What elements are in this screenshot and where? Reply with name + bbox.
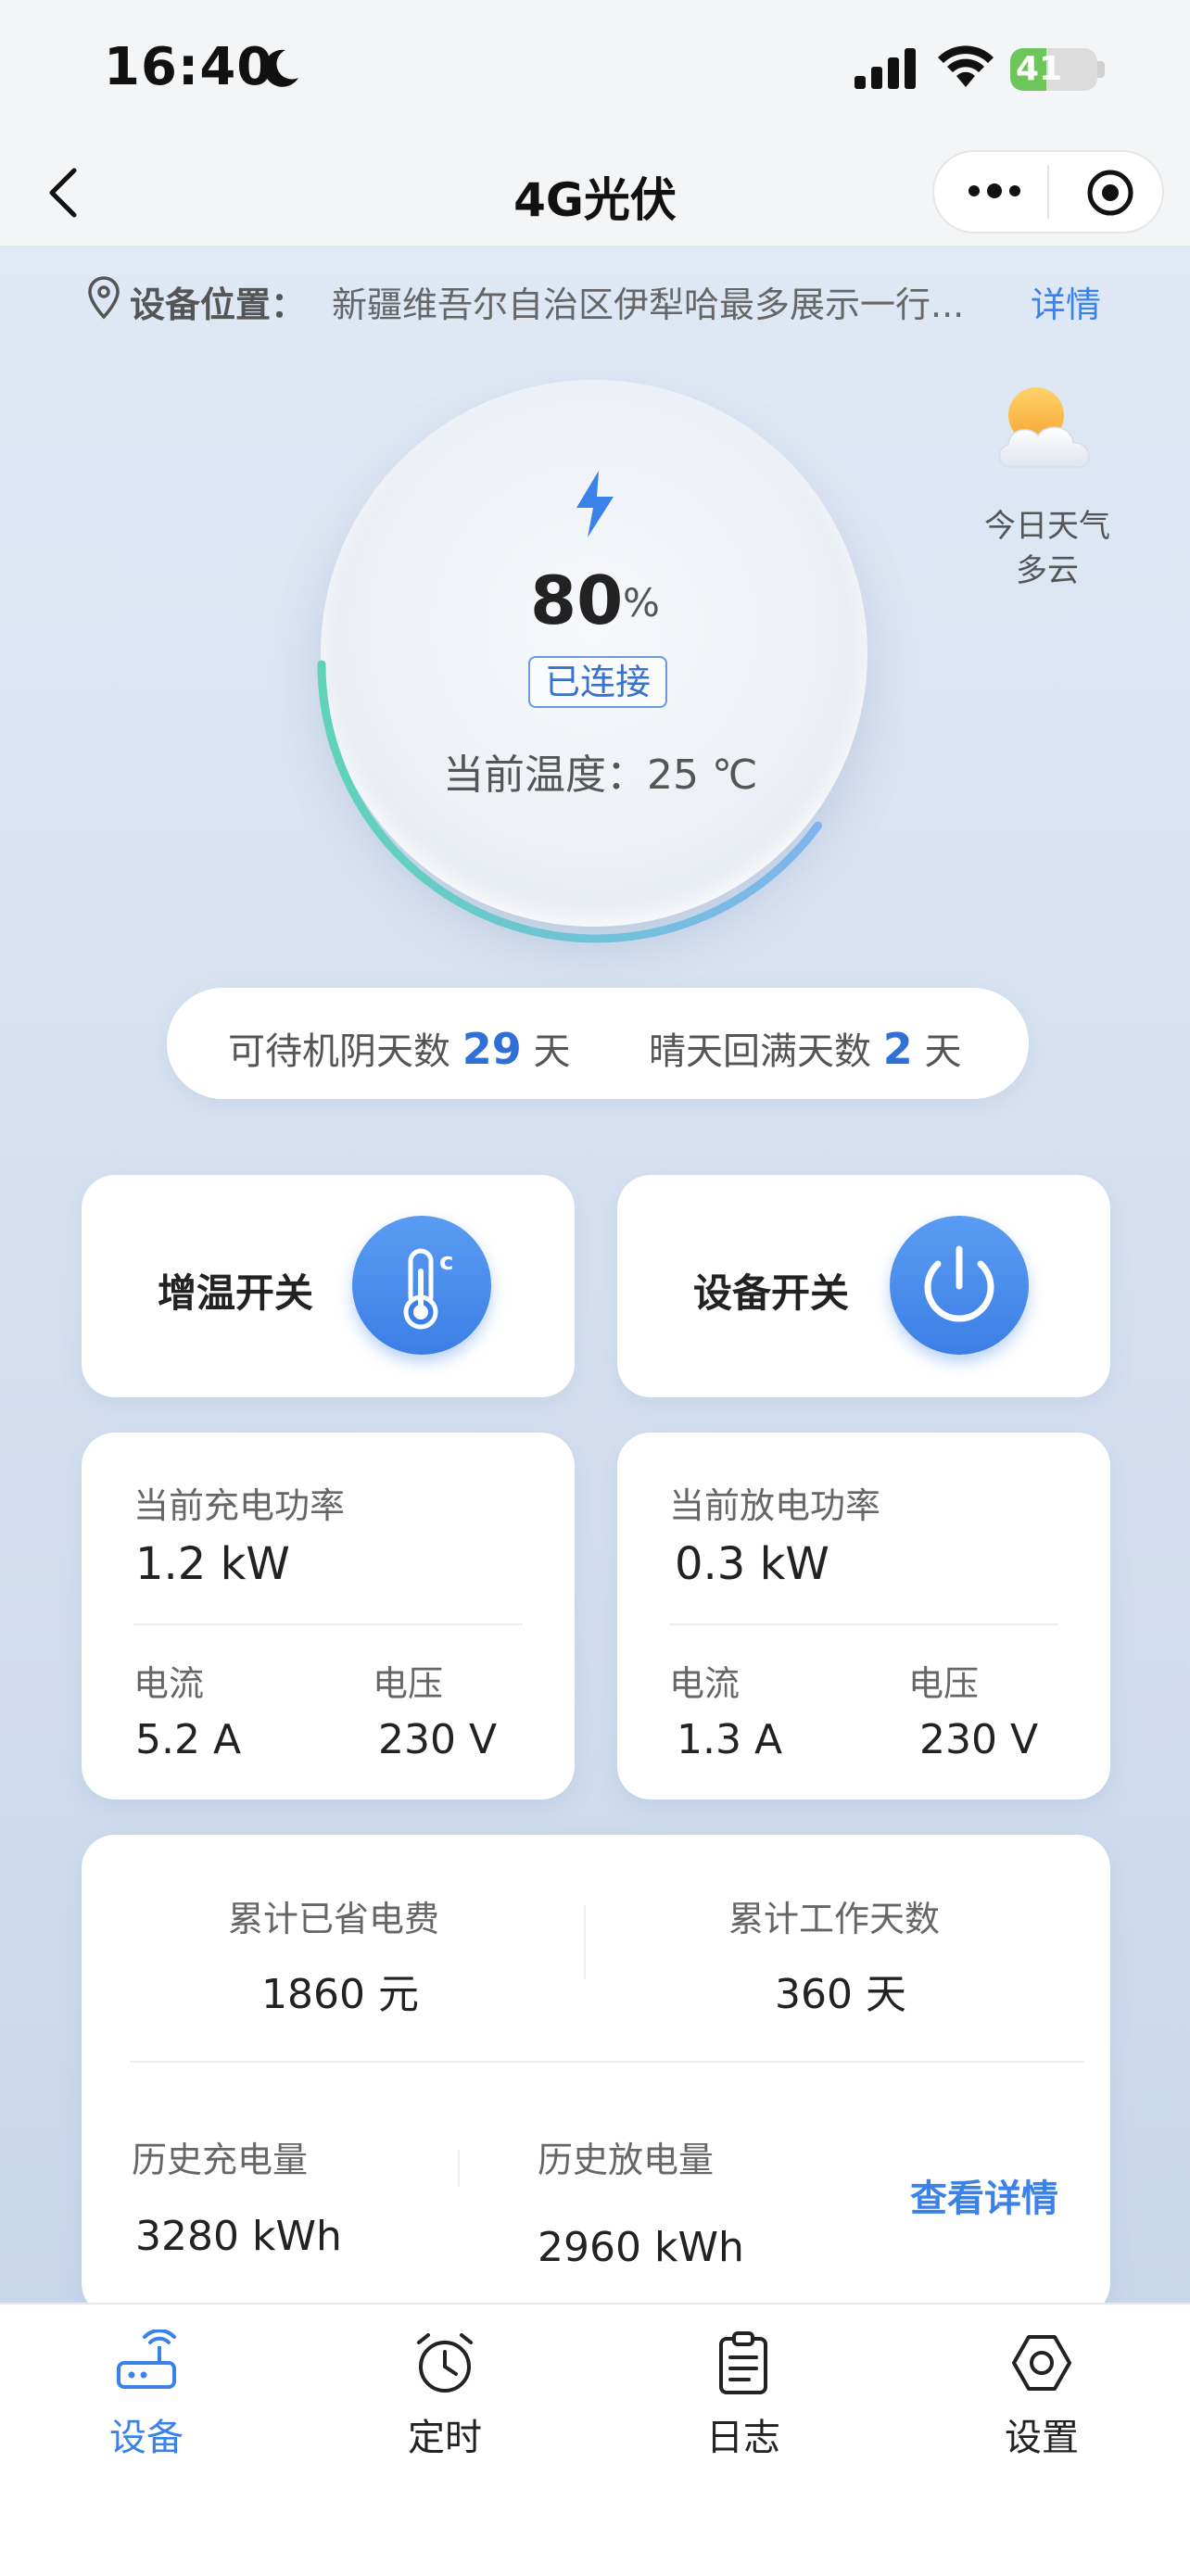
- weather-title: 今日天气: [984, 508, 1110, 545]
- discharge-power-value: 0.3 kW: [675, 1538, 829, 1590]
- charge-power-value: 1.2 kW: [135, 1538, 290, 1590]
- close-miniprogram-button[interactable]: [1082, 165, 1138, 221]
- heat-switch-button[interactable]: c: [352, 1216, 491, 1355]
- discharge-power-label: 当前放电功率: [669, 1485, 881, 1526]
- battery-cap: [1097, 61, 1105, 78]
- svg-text:c: c: [439, 1248, 453, 1276]
- standby-days-label: 可待机阴天数: [228, 1030, 450, 1073]
- history-charge-value: 3280 kWh: [135, 2213, 342, 2260]
- cellular-signal-icon: [855, 48, 916, 89]
- charge-current-label: 电流: [133, 1663, 205, 1704]
- discharge-current-label: 电流: [669, 1663, 741, 1704]
- heat-switch-card: [82, 1175, 575, 1397]
- charge-divider: [133, 1623, 523, 1625]
- history-discharge-label: 历史放电量: [538, 2140, 715, 2180]
- battery-percent-value: 80: [530, 562, 624, 639]
- tab-log[interactable]: 日志: [669, 2322, 817, 2461]
- discharge-voltage-value: 230 V: [919, 1716, 1039, 1763]
- battery-indicator: 41: [1010, 48, 1097, 91]
- alarm-clock-icon: [417, 2333, 473, 2393]
- standby-days-unit: 天: [533, 1030, 571, 1073]
- hexagon-settings-icon: [1012, 2335, 1071, 2391]
- status-time: 16:40: [104, 37, 274, 97]
- location-label: 设备位置：: [130, 284, 307, 325]
- location-detail-link[interactable]: 详情: [1031, 276, 1101, 327]
- saved-cost-value: 1860 元: [261, 1971, 419, 2018]
- wifi-icon: [938, 45, 994, 87]
- weather-value: 多云: [1016, 552, 1079, 589]
- summary-divider-vertical: [584, 1905, 586, 1979]
- discharge-current-value: 1.3 A: [677, 1716, 783, 1763]
- heat-switch-label: 增温开关: [158, 1270, 314, 1316]
- power-switch-button[interactable]: [890, 1216, 1029, 1355]
- saved-cost-label: 累计已省电费: [228, 1899, 440, 1939]
- battery-percent: 41: [1016, 50, 1063, 88]
- recharge-days-value: 2: [882, 1024, 913, 1074]
- standby-days-value: 29: [462, 1024, 522, 1074]
- recharge-days-unit: 天: [924, 1030, 962, 1073]
- discharge-voltage-label: 电压: [908, 1663, 980, 1704]
- charge-voltage-value: 230 V: [378, 1716, 498, 1763]
- thermometer-icon: c: [403, 1248, 453, 1330]
- power-icon: [924, 1245, 994, 1322]
- tab-settings-label: 设置: [1005, 2417, 1079, 2459]
- router-icon: [117, 2330, 176, 2389]
- history-discharge-value: 2960 kWh: [538, 2224, 744, 2271]
- tab-device[interactable]: 设备: [72, 2322, 221, 2461]
- capsule-divider: [1047, 165, 1049, 219]
- recharge-days: 晴天回满天数 2 天: [649, 1021, 961, 1075]
- moon-icon: [263, 49, 298, 87]
- battery-percent-unit: %: [623, 580, 660, 625]
- tab-device-label: 设备: [109, 2417, 184, 2459]
- page-title: 4G光伏: [513, 173, 677, 227]
- standby-days: 可待机阴天数 29 天: [228, 1021, 570, 1075]
- clipboard-icon: [719, 2331, 767, 2394]
- tab-timer[interactable]: 定时: [371, 2322, 519, 2461]
- connection-status-badge: 已连接: [528, 656, 667, 708]
- recharge-days-label: 晴天回满天数: [649, 1030, 871, 1073]
- history-charge-label: 历史充电量: [132, 2140, 309, 2180]
- summary-divider: [130, 2061, 1084, 2063]
- discharge-divider: [669, 1623, 1058, 1625]
- tab-settings[interactable]: 设置: [968, 2322, 1116, 2461]
- partly-cloudy-icon: [998, 387, 1090, 468]
- back-button[interactable]: [37, 161, 93, 224]
- more-options-button[interactable]: [962, 172, 1027, 209]
- view-details-link[interactable]: 查看详情: [910, 2168, 1058, 2222]
- power-switch-label: 设备开关: [693, 1270, 850, 1316]
- current-temperature: 当前温度：25 ℃: [443, 751, 758, 799]
- power-switch-card: [617, 1175, 1110, 1397]
- lightning-bolt-icon: [576, 471, 614, 537]
- tab-log-label: 日志: [706, 2417, 780, 2459]
- work-days-label: 累计工作天数: [728, 1899, 941, 1939]
- location-value: 新疆维吾尔自治区伊犁哈最多展示一行...: [332, 284, 965, 325]
- charge-current-value: 5.2 A: [135, 1716, 242, 1763]
- work-days-value: 360 天: [775, 1971, 906, 2018]
- history-divider-vertical: [458, 2150, 460, 2187]
- location-pin-icon: [88, 276, 120, 320]
- tab-timer-label: 定时: [408, 2417, 482, 2459]
- charge-voltage-label: 电压: [373, 1663, 444, 1704]
- charge-power-label: 当前充电功率: [133, 1485, 346, 1526]
